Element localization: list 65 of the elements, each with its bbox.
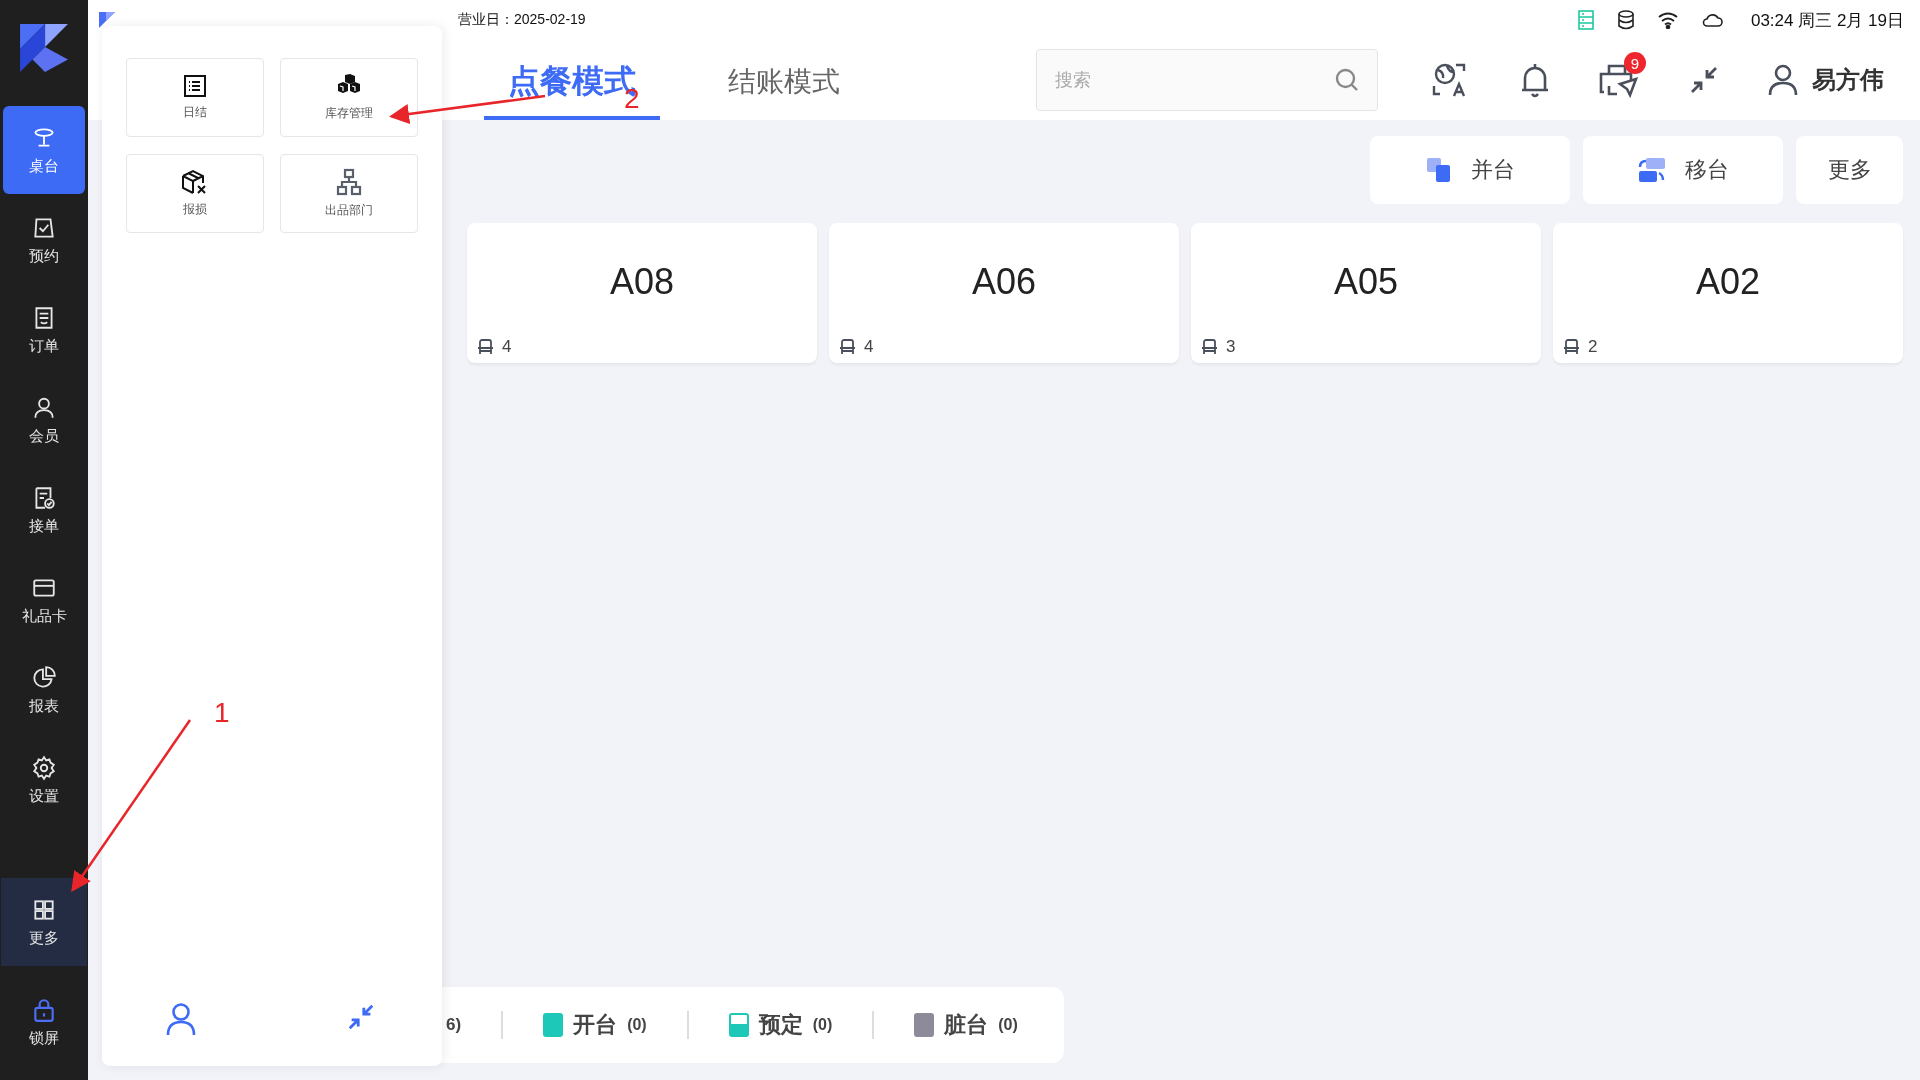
hierarchy-icon (336, 168, 362, 196)
box-cross-icon (181, 169, 209, 195)
clock: 03:24 周三 2月 19日 (1750, 9, 1904, 32)
sidebar-item[interactable]: 礼品卡 (3, 556, 85, 644)
menu-tile[interactable]: 日结 (126, 58, 264, 137)
table-name: A06 (971, 261, 1037, 303)
lock-icon (31, 996, 57, 1023)
table-name: A05 (1333, 261, 1399, 303)
merge-icon (1425, 156, 1453, 184)
cloud-icon (1700, 12, 1723, 28)
legend-count: (0) (627, 1016, 647, 1034)
table-card[interactable]: A08 4 (467, 223, 817, 363)
notification-badge: 9 (1624, 52, 1646, 74)
seat-icon (477, 339, 494, 355)
seat-count: 2 (1588, 337, 1598, 357)
settings-icon (31, 754, 57, 781)
logo-icon (18, 22, 70, 74)
sidebar-item[interactable]: 接单 (3, 466, 85, 554)
seat-icon (839, 339, 856, 355)
collapse-icon[interactable] (346, 1002, 376, 1032)
app-icon (98, 11, 116, 29)
sidebar-item[interactable]: 订单 (3, 286, 85, 374)
user-name[interactable]: 易方伟 (1812, 64, 1884, 96)
table-name: A02 (1695, 261, 1761, 303)
table-card[interactable]: A05 3 (1191, 223, 1541, 363)
toolbar-button[interactable]: 更多 (1796, 136, 1903, 204)
legend-label: 开台 (573, 1011, 618, 1039)
move-icon (1637, 156, 1667, 184)
menu-tile[interactable]: 出品部门 (280, 154, 418, 233)
sidebar-item[interactable]: 报表 (3, 646, 85, 734)
sidebar-item[interactable]: 桌台 (3, 106, 85, 194)
legend-count: (0) (812, 1016, 833, 1034)
sidebar-item[interactable]: 设置 (3, 736, 85, 824)
lock-screen-button[interactable]: 锁屏 (3, 978, 85, 1066)
list-icon (183, 74, 207, 98)
sidebar-item[interactable]: 更多 (1, 878, 87, 966)
server-icon (1576, 10, 1595, 30)
menu-tile[interactable]: 库存管理 (280, 58, 418, 137)
legend-count: 6) (446, 1015, 462, 1035)
legend-label: 脏台 (944, 1011, 989, 1039)
seat-icon (1201, 339, 1218, 355)
table-name: A08 (609, 261, 675, 303)
database-icon (1616, 10, 1635, 30)
business-day: 营业日：2025-02-19 (458, 11, 586, 29)
sidebar-item[interactable]: 会员 (3, 376, 85, 464)
annotation-number: 1 (214, 697, 230, 728)
seat-count: 3 (1226, 337, 1236, 357)
menu-tile[interactable]: 报损 (126, 154, 264, 233)
table-card[interactable]: A02 2 (1553, 223, 1903, 363)
user-icon[interactable] (1768, 64, 1798, 96)
legend-label: 预定 (758, 1011, 803, 1039)
user-icon[interactable] (165, 1002, 197, 1036)
search-icon[interactable] (1334, 67, 1360, 93)
toolbar-button[interactable]: 移台 (1583, 136, 1783, 204)
sidebar-item[interactable]: 预约 (3, 196, 85, 284)
search-field[interactable]: 搜索 (1036, 49, 1378, 111)
seat-count: 4 (864, 337, 874, 357)
table-card[interactable]: A06 4 (829, 223, 1179, 363)
pie-chart-icon (31, 664, 57, 691)
seat-icon (1563, 339, 1580, 355)
mode-tab[interactable]: 结账模式 (704, 40, 864, 120)
legend-count: (0) (998, 1016, 1018, 1034)
toolbar-button[interactable]: 并台 (1370, 136, 1570, 204)
seat-count: 4 (502, 337, 512, 357)
wifi-icon (1656, 11, 1679, 29)
